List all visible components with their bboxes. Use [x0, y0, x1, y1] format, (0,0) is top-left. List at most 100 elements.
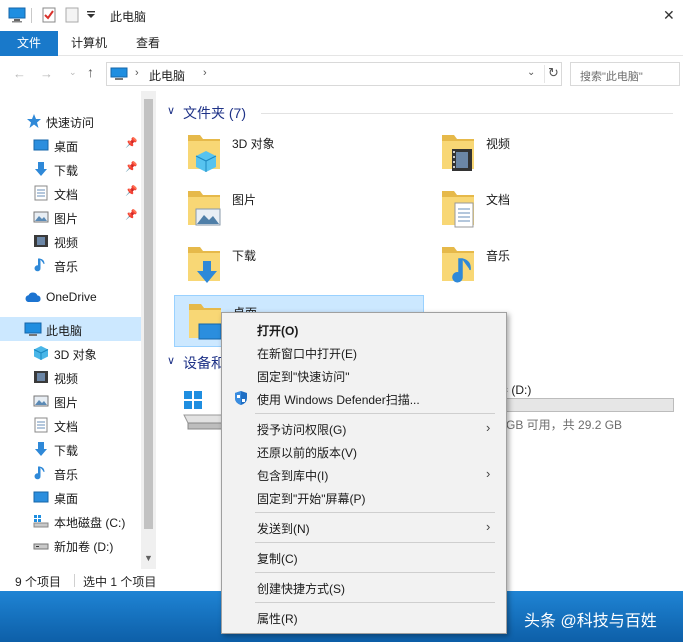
menu-item-label: 使用 Windows Defender扫描...: [257, 393, 420, 407]
folder-tile-videos[interactable]: 视频: [428, 127, 678, 179]
windows-drive-icon: [33, 513, 49, 529]
film-icon: [33, 369, 49, 385]
sidebar-item-documents[interactable]: 文档 📌: [0, 181, 141, 205]
tab-file[interactable]: 文件: [0, 31, 58, 56]
menu-item-restore-versions[interactable]: 还原以前的版本(V): [225, 440, 503, 462]
drive-icon: [33, 537, 49, 553]
folder-music-icon: [438, 241, 478, 287]
sidebar-item-downloads[interactable]: 下载: [0, 437, 141, 461]
film-icon: [33, 233, 49, 249]
pin-icon[interactable]: 📌: [125, 186, 137, 197]
menu-item-defender-scan[interactable]: 使用 Windows Defender扫描...: [225, 387, 503, 409]
tab-computer[interactable]: 计算机: [71, 31, 107, 56]
menu-item-open[interactable]: 打开(O): [225, 318, 503, 340]
sidebar-item-quick-access[interactable]: 快速访问: [0, 109, 141, 133]
star-icon: [26, 113, 42, 129]
chevron-right-icon[interactable]: ›: [135, 67, 139, 79]
up-arrow-icon[interactable]: ↑: [87, 64, 94, 80]
search-input[interactable]: 搜索"此电脑": [570, 62, 680, 86]
menu-item-pin-start[interactable]: 固定到"开始"屏幕(P): [225, 486, 503, 508]
navigation-bar: ← → ⌄ ↑ › 此电脑 › ⌄ ↻ 搜索"此电脑": [0, 57, 683, 91]
close-icon[interactable]: ✕: [663, 7, 675, 24]
sidebar-item-downloads[interactable]: 下载 📌: [0, 157, 141, 181]
chevron-right-icon: ›: [486, 420, 491, 435]
pin-icon[interactable]: 📌: [125, 138, 137, 149]
menu-item-pin-quick-access[interactable]: 固定到"快速访问": [225, 364, 503, 386]
sidebar-item-label: 音乐: [54, 468, 79, 482]
sidebar-item-music[interactable]: 音乐: [0, 253, 141, 277]
sidebar-item-drive-c[interactable]: 本地磁盘 (C:): [0, 509, 141, 533]
sidebar-item-this-pc[interactable]: 此电脑: [0, 317, 141, 341]
folder-tile-music[interactable]: 音乐: [428, 239, 678, 291]
menu-item-send-to[interactable]: 发送到(N) ›: [225, 516, 503, 538]
menu-item-copy[interactable]: 复制(C): [225, 546, 503, 568]
group-title: 文件夹 (7): [183, 105, 246, 121]
folder-videos-icon: [438, 129, 478, 175]
music-note-icon: [33, 257, 49, 273]
chevron-down-icon[interactable]: ▼: [144, 553, 153, 563]
menu-item-create-shortcut[interactable]: 创建快捷方式(S): [225, 576, 503, 598]
menu-item-label: 授予访问权限(G): [257, 423, 347, 437]
sidebar-item-videos[interactable]: 视频: [0, 365, 141, 389]
menu-separator: [255, 542, 495, 543]
sidebar-item-pictures[interactable]: 图片 📌: [0, 205, 141, 229]
menu-item-label: 固定到"开始"屏幕(P): [257, 492, 366, 506]
computer-icon[interactable]: [8, 7, 26, 26]
back-arrow-icon[interactable]: ←: [13, 66, 26, 81]
scrollbar-thumb[interactable]: [144, 99, 153, 529]
sidebar-item-music[interactable]: 音乐: [0, 461, 141, 485]
pin-icon[interactable]: 📌: [125, 162, 137, 173]
sidebar-item-desktop[interactable]: 桌面 📌: [0, 133, 141, 157]
menu-item-label: 在新窗口中打开(E): [257, 347, 357, 361]
folder-tile-downloads[interactable]: 下载: [174, 239, 424, 291]
folder-3d-objects-icon: [184, 129, 224, 175]
chevron-down-icon[interactable]: ∨: [167, 354, 175, 367]
folder-tile-3d-objects[interactable]: 3D 对象: [174, 127, 424, 179]
menu-separator: [255, 572, 495, 573]
properties-icon[interactable]: [42, 7, 56, 26]
computer-icon: [24, 321, 42, 337]
menu-item-properties[interactable]: 属性(R): [225, 606, 503, 628]
menu-item-open-new-window[interactable]: 在新窗口中打开(E): [225, 341, 503, 363]
sidebar-item-documents[interactable]: 文档: [0, 413, 141, 437]
customize-dropdown-icon[interactable]: [86, 9, 96, 23]
sidebar-item-label: 桌面: [54, 140, 79, 154]
chevron-right-icon[interactable]: ›: [203, 67, 207, 79]
document-icon: [33, 185, 49, 201]
menu-item-label: 创建快捷方式(S): [257, 582, 345, 596]
sidebar-item-drive-d[interactable]: 新加卷 (D:): [0, 533, 141, 557]
folder-tile-pictures[interactable]: 图片: [174, 183, 424, 235]
menu-item-label: 复制(C): [257, 552, 298, 566]
sidebar-item-label: 此电脑: [46, 324, 83, 338]
address-bar[interactable]: › 此电脑 › ⌄ ↻: [106, 62, 562, 86]
sidebar-item-3d-objects[interactable]: 3D 对象: [0, 341, 141, 365]
sidebar-scrollbar[interactable]: ▼: [141, 91, 156, 569]
recent-dropdown-icon[interactable]: ⌄: [69, 67, 77, 78]
forward-arrow-icon[interactable]: →: [40, 66, 53, 81]
menu-item-label: 包含到库中(I): [257, 469, 329, 483]
new-folder-icon[interactable]: [65, 7, 79, 26]
breadcrumb[interactable]: 此电脑: [149, 67, 185, 84]
sidebar-item-desktop[interactable]: 桌面: [0, 485, 141, 509]
sidebar-item-pictures[interactable]: 图片: [0, 389, 141, 413]
sidebar-item-label: 快速访问: [46, 116, 95, 130]
folder-tile-documents[interactable]: 文档: [428, 183, 678, 235]
menu-item-give-access[interactable]: 授予访问权限(G) ›: [225, 417, 503, 439]
folder-pictures-icon: [184, 185, 224, 231]
sidebar-item-videos[interactable]: 视频: [0, 229, 141, 253]
pin-icon[interactable]: 📌: [125, 210, 137, 221]
group-title: 设备和: [183, 355, 225, 371]
tab-view[interactable]: 查看: [136, 31, 160, 56]
chevron-down-icon[interactable]: ⌄: [527, 67, 535, 78]
chevron-right-icon: ›: [486, 466, 491, 481]
menu-item-include-library[interactable]: 包含到库中(I) ›: [225, 463, 503, 485]
chevron-down-icon[interactable]: ∨: [167, 104, 175, 117]
refresh-icon[interactable]: ↻: [544, 65, 562, 83]
cloud-icon: [24, 289, 41, 305]
sidebar-item-label: 桌面: [54, 492, 79, 506]
sidebar-item-onedrive[interactable]: OneDrive: [0, 285, 141, 309]
ribbon-tabs: 文件 计算机 查看: [0, 31, 683, 56]
sidebar-item-label: 文档: [54, 420, 79, 434]
folder-label: 3D 对象: [232, 137, 275, 151]
watermark: 头条 @科技与百姓: [524, 613, 657, 630]
